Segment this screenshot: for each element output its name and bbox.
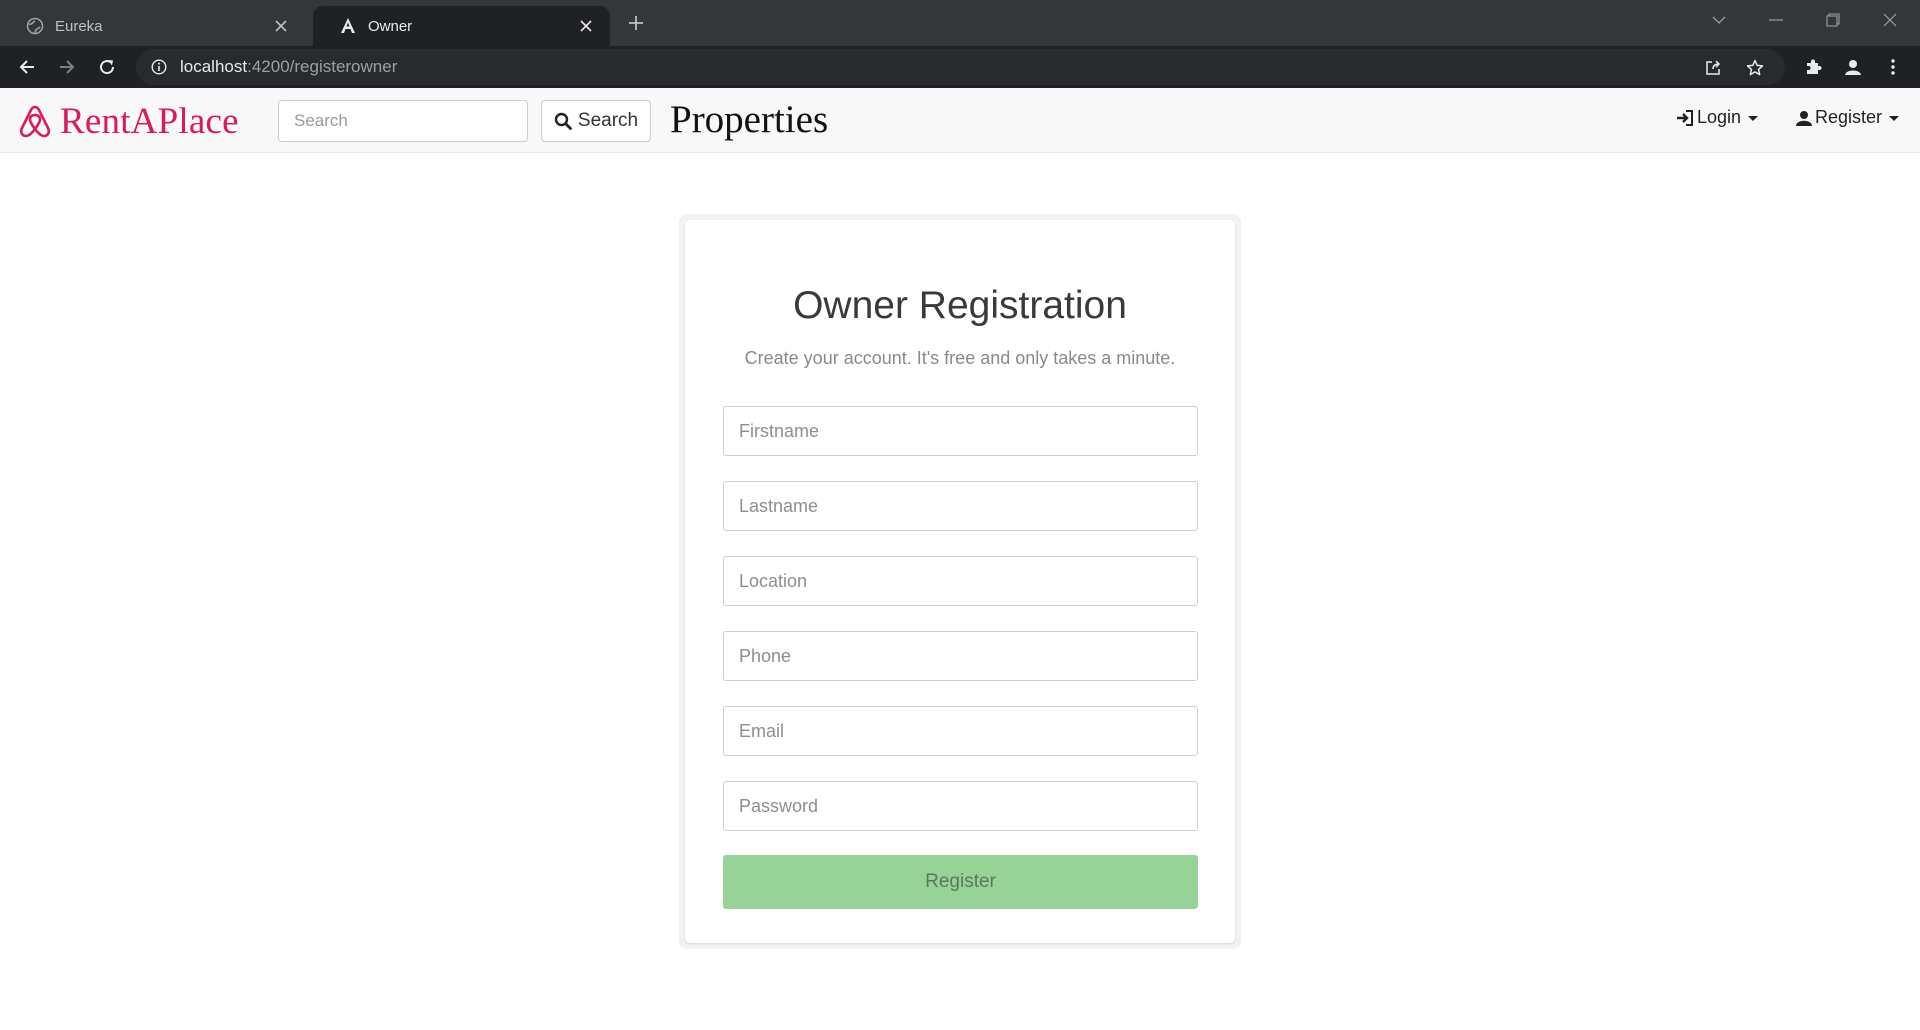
browser-tabstrip: Eureka Owner [0,0,1920,46]
login-dropdown[interactable]: Login [1676,107,1759,128]
new-tab-icon[interactable] [622,9,650,37]
register-button[interactable]: Register [723,855,1198,909]
registration-card-frame: Owner Registration Create your account. … [679,214,1241,949]
tab-search-icon[interactable] [1691,0,1747,40]
caret-down-icon [1889,116,1900,121]
url-path: :4200/registerowner [247,57,398,76]
email-field[interactable] [723,706,1198,756]
phone-field[interactable] [723,631,1198,681]
close-tab-icon[interactable] [576,16,596,36]
tab-title: Owner [368,17,413,35]
user-icon [1796,110,1812,126]
search-input[interactable] [278,100,528,142]
url-host: localhost [180,57,248,76]
brand-name: RentAPlace [60,100,239,142]
app-navbar: RentAPlace Search Properties Login Regis… [0,88,1920,153]
minimize-icon[interactable] [1748,0,1804,40]
close-window-icon[interactable] [1862,0,1918,40]
airbnb-logo-icon [19,105,51,138]
registration-form: Owner Registration Create your account. … [685,220,1235,943]
form-title: Owner Registration [793,284,1127,327]
reload-icon[interactable] [90,50,124,84]
password-field[interactable] [723,781,1198,831]
search-button[interactable]: Search [541,100,651,142]
tab-title: Eureka [55,17,103,35]
brand-link[interactable]: RentAPlace [18,101,239,142]
browser-tab-owner[interactable]: Owner [313,6,610,46]
close-tab-icon[interactable] [271,16,291,36]
form-subtitle: Create your account. It's free and only … [744,348,1176,368]
search-button-label: Search [577,110,639,131]
globe-icon [26,17,44,35]
browser-toolbar: localhost:4200/registerowner [0,46,1920,88]
login-icon [1676,109,1694,126]
search-icon [554,112,572,130]
lastname-field[interactable] [723,481,1198,531]
profile-icon[interactable] [1840,54,1866,80]
browser-tab-eureka[interactable]: Eureka [0,6,305,46]
bookmark-star-icon[interactable] [1742,55,1768,81]
register-label: Register [1815,107,1883,127]
properties-link[interactable]: Properties [670,97,828,142]
more-menu-icon[interactable] [1880,54,1906,80]
restore-icon[interactable] [1805,0,1861,40]
caret-down-icon [1748,116,1759,121]
angular-icon [339,17,357,35]
site-info-icon[interactable] [150,58,168,76]
firstname-field[interactable] [723,406,1198,456]
back-icon[interactable] [10,50,44,84]
extensions-icon[interactable] [1800,54,1826,80]
login-label: Login [1697,107,1742,127]
address-bar[interactable]: localhost:4200/registerowner [136,49,1785,85]
forward-icon[interactable] [50,50,84,84]
location-field[interactable] [723,556,1198,606]
share-icon[interactable] [1700,55,1726,81]
register-dropdown[interactable]: Register [1796,107,1900,128]
